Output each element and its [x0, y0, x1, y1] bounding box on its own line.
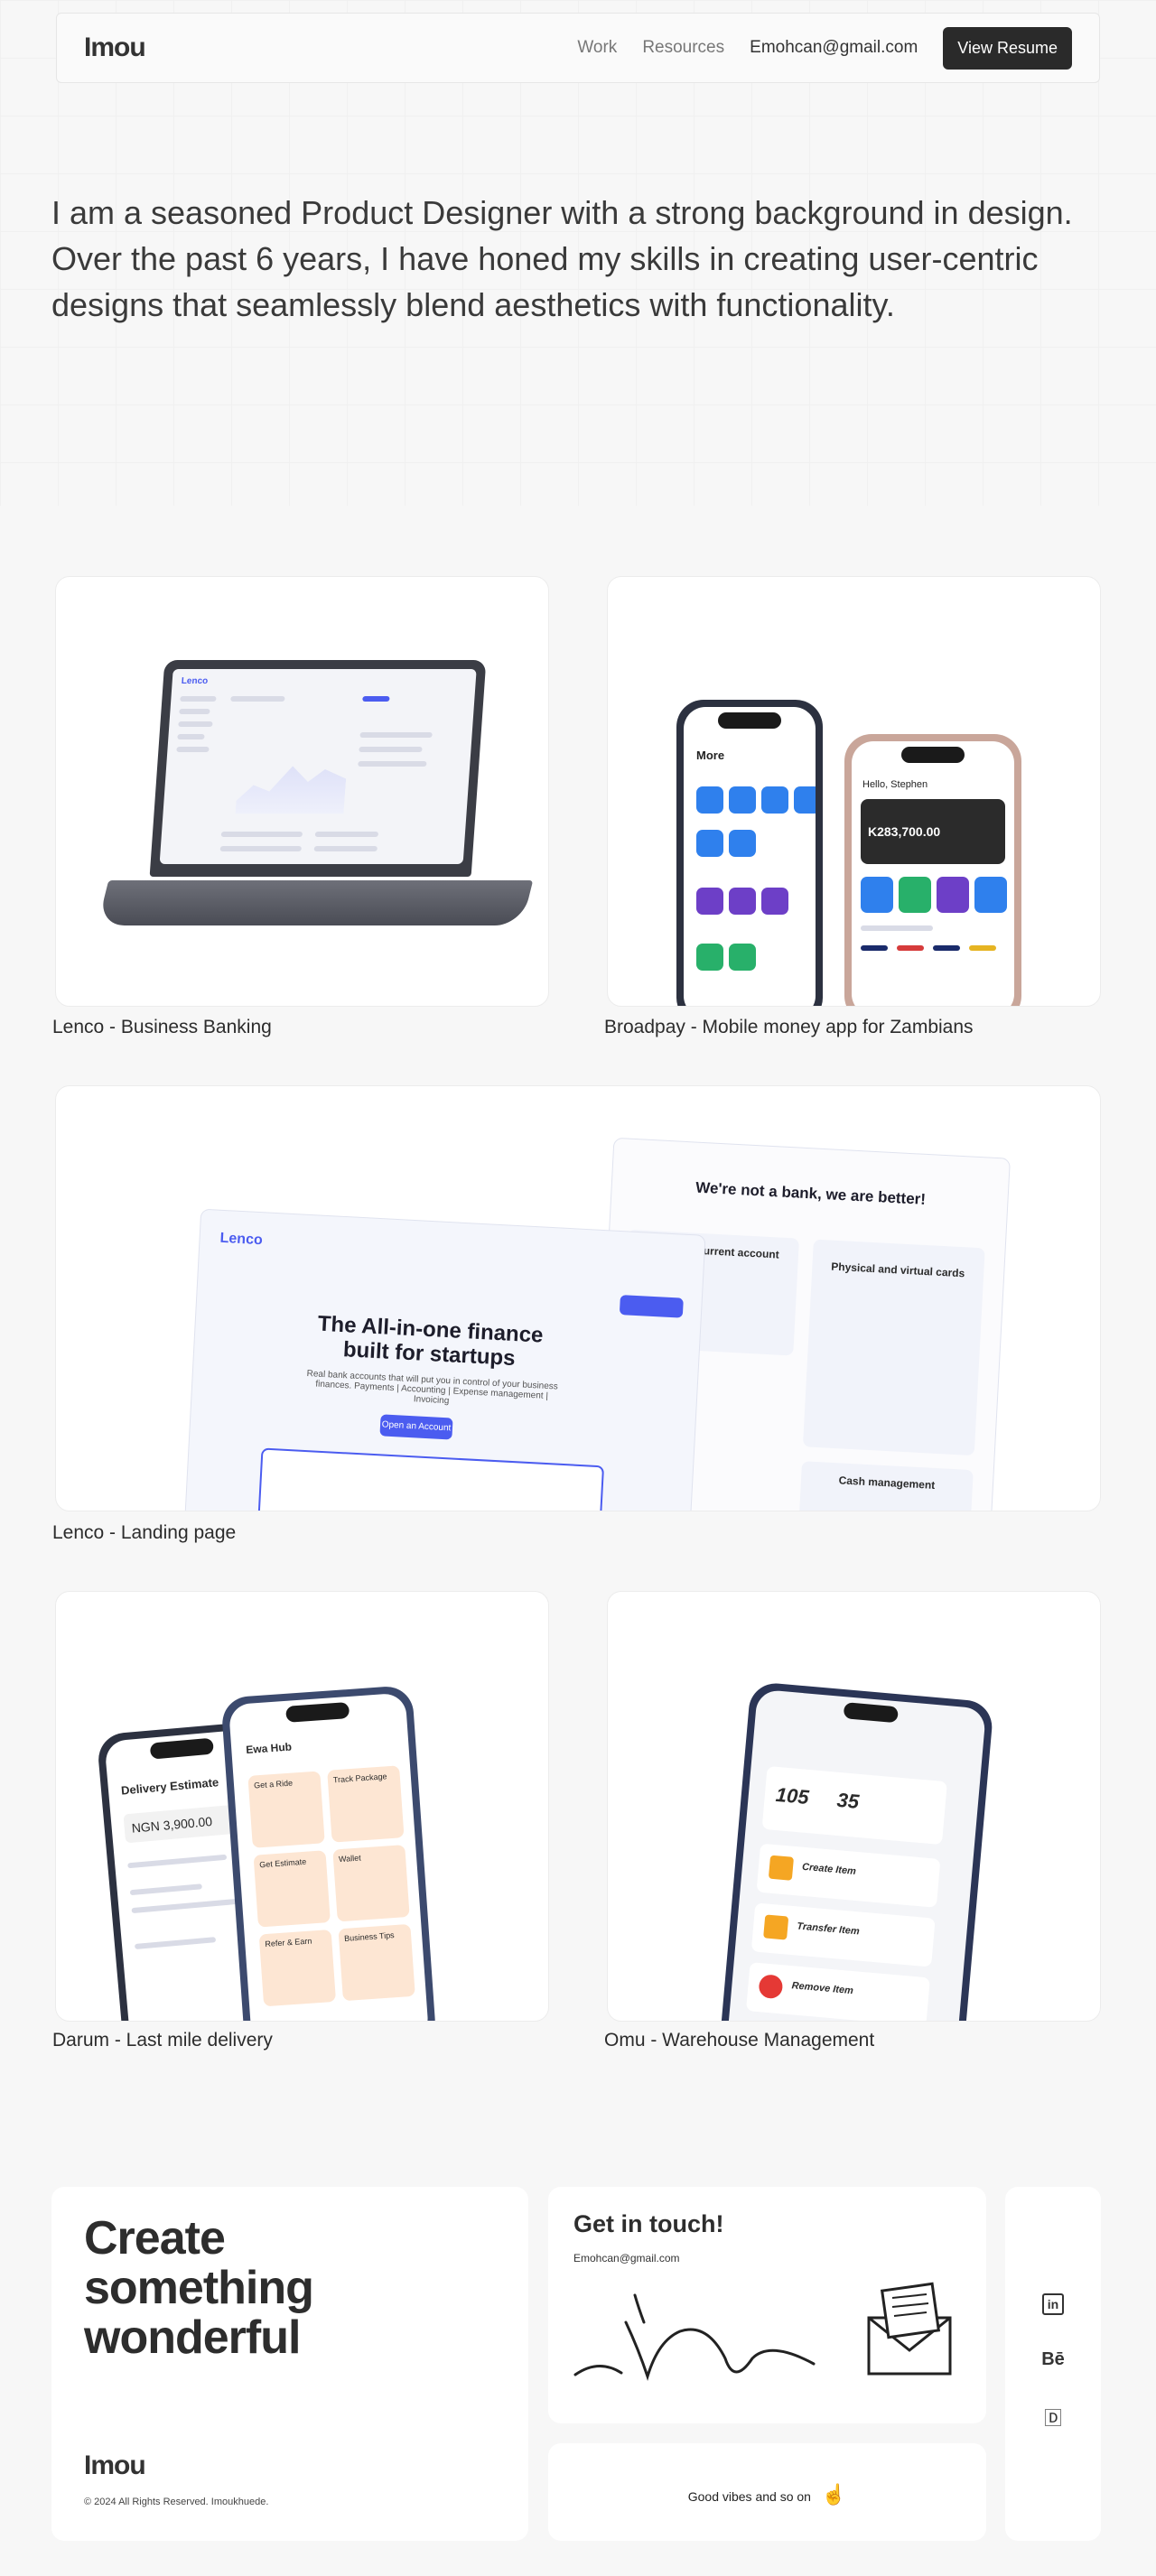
- project-card-darum[interactable]: Delivery Estimate NGN 3,900.00 Ewa Hub G…: [55, 1591, 549, 2022]
- footer-headline: Create something wonderful: [84, 2212, 314, 2364]
- phone-mockup-front: Ewa Hub Get a Ride Track Package Get Est…: [220, 1685, 437, 2021]
- dribbble-icon[interactable]: 🄳: [1005, 2404, 1101, 2430]
- project-title[interactable]: Lenco - Landing page: [52, 1522, 236, 1544]
- landing-cta-button: Open an Account: [379, 1414, 453, 1440]
- phone-mockup-back: More: [676, 700, 823, 1006]
- project-card-broadpay[interactable]: More Hello, Stephen K283,700.00: [607, 576, 1101, 1007]
- landing-subtext: Real bank accounts that will put you in …: [306, 1369, 559, 1407]
- social-links-card: in Bē 🄳: [1005, 2187, 1101, 2541]
- phone-mockup: 105 35 Create Item Transfer Item Remove …: [718, 1681, 994, 2021]
- darum-tile: Wallet: [338, 1853, 362, 1865]
- phone-mockup-front: Hello, Stephen K283,700.00: [844, 734, 1021, 1006]
- contact-email[interactable]: Emohcan@gmail.com: [573, 2252, 680, 2264]
- omu-stat-checkedout: 105: [774, 1782, 810, 1809]
- lenco-brand: Lenco: [181, 676, 209, 686]
- darum-tile: Business Tips: [343, 1930, 395, 1943]
- project-card-lenco-landing[interactable]: We're not a bank, we are better! Busines…: [55, 1085, 1101, 1511]
- project-title[interactable]: Broadpay - Mobile money app for Zambians: [604, 1017, 974, 1038]
- landing-headline: The All-in-one finance built for startup…: [317, 1311, 545, 1372]
- broadpay-more-heading: More: [696, 749, 725, 762]
- nav-link-resources[interactable]: Resources: [642, 38, 724, 58]
- footer-brand-card: Create something wonderful Imou © 2024 A…: [51, 2187, 528, 2541]
- contact-title: Get in touch!: [573, 2210, 724, 2237]
- omu-item: Transfer Item: [796, 1920, 861, 1938]
- omu-item: Remove Item: [791, 1980, 854, 1997]
- site-logo[interactable]: Imou: [84, 33, 146, 63]
- laptop-base: [97, 880, 534, 925]
- view-resume-button[interactable]: View Resume: [943, 26, 1072, 70]
- doodle-squiggle-icon: [573, 2293, 816, 2381]
- project-title[interactable]: Lenco - Business Banking: [52, 1017, 272, 1038]
- nav-links: Work Resources Emohcan@gmail.com View Re…: [577, 26, 1072, 70]
- darum-hub-title: Ewa Hub: [245, 1740, 293, 1757]
- landing-hero-sheet: Lenco The All-in-one finance built for s…: [182, 1208, 706, 1511]
- project-card-omu[interactable]: 105 35 Create Item Transfer Item Remove …: [607, 1591, 1101, 2022]
- project-title[interactable]: Omu - Warehouse Management: [604, 2030, 874, 2051]
- nav-link-work[interactable]: Work: [577, 38, 617, 58]
- broadpay-greeting: Hello, Stephen: [862, 779, 928, 790]
- darum-tile: Get Estimate: [258, 1856, 307, 1870]
- envelope-icon: [867, 2282, 952, 2376]
- footer-logo[interactable]: Imou: [84, 2450, 146, 2481]
- top-nav: Imou Work Resources Emohcan@gmail.com Vi…: [56, 13, 1100, 83]
- landing-card-3: Cash management: [838, 1474, 936, 1492]
- hero-intro: I am a seasoned Product Designer with a …: [51, 194, 1073, 323]
- omu-item: Create Item: [801, 1861, 857, 1877]
- darum-tile: Track Package: [332, 1772, 387, 1785]
- copyright-text: © 2024 All Rights Reserved. Imoukhuede.: [84, 2497, 269, 2507]
- darum-tile: Get a Ride: [253, 1778, 294, 1790]
- landing-card-2: Physical and virtual cards: [830, 1260, 965, 1280]
- contact-card: Get in touch! Emohcan@gmail.com: [548, 2187, 986, 2423]
- landing-side-title: We're not a bank, we are better!: [695, 1178, 927, 1208]
- laptop-mockup: Lenco: [149, 660, 487, 877]
- project-title[interactable]: Darum - Last mile delivery: [52, 2030, 273, 2051]
- project-card-lenco-banking[interactable]: Lenco: [55, 576, 549, 1007]
- nav-email[interactable]: Emohcan@gmail.com: [750, 38, 918, 58]
- omu-stat-pending: 35: [835, 1788, 861, 1813]
- linkedin-icon[interactable]: in: [1042, 2293, 1064, 2315]
- broadpay-balance: K283,700.00: [868, 824, 941, 839]
- waving-hand-icon: ☝: [821, 2483, 847, 2506]
- landing-brand: Lenco: [219, 1230, 264, 1249]
- vibes-card: Good vibes and so on ☝: [548, 2443, 986, 2541]
- darum-estimate-title: Delivery Estimate: [120, 1775, 219, 1798]
- vibes-text: Good vibes and so on: [687, 2489, 811, 2504]
- behance-icon[interactable]: Bē: [1005, 2349, 1101, 2370]
- landing-nav-cta: [619, 1295, 684, 1318]
- darum-tile: Refer & Earn: [265, 1936, 312, 1949]
